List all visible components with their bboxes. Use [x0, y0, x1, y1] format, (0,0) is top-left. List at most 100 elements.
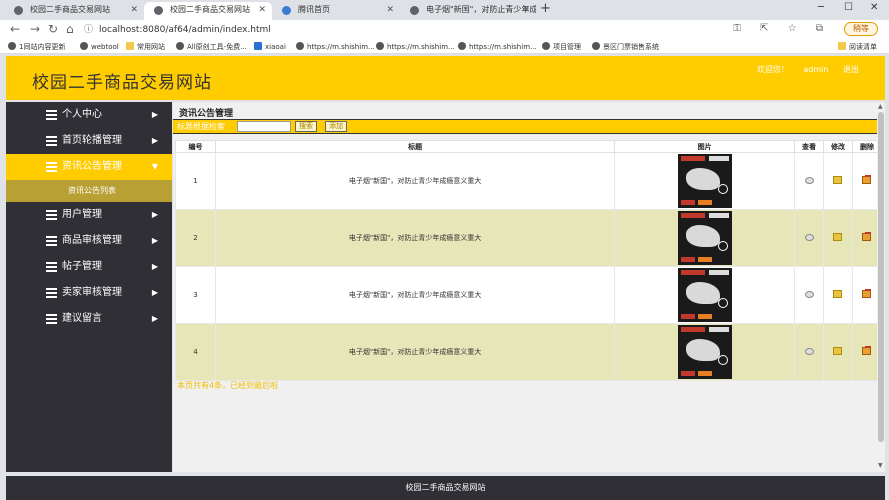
edit-icon[interactable] [833, 290, 843, 298]
new-tab-button[interactable]: + [540, 1, 551, 16]
table-row: 2 电子烟"新国"，对防止青少年成瘾意义重大 [175, 209, 883, 267]
sidebar-item-seller-review[interactable]: 卖家审核管理 ▶ [6, 280, 172, 306]
edit-icon[interactable] [833, 233, 843, 241]
bookmark-item[interactable]: https://m.shishim... [296, 41, 375, 53]
footer: 校园二手商品交易网站 [6, 476, 885, 500]
row-id: 3 [175, 266, 216, 324]
list-icon [46, 162, 57, 172]
browser-tab[interactable]: 电子烟"新国"，对防止青少年成... ✕ [400, 2, 536, 20]
row-id: 2 [175, 209, 216, 267]
page-scrollbar[interactable]: ▲ ▼ [877, 102, 885, 472]
home-icon[interactable]: ⌂ [66, 22, 74, 36]
url-field[interactable]: ⓘ localhost:8080/af64/admin/index.html [84, 22, 271, 38]
reading-list[interactable]: 阅读清单 [838, 41, 877, 53]
browser-tab[interactable]: 校园二手商品交易网站 ✕ [4, 2, 144, 20]
close-tab-icon[interactable]: ✕ [386, 2, 394, 18]
address-bar-icons[interactable]: ⚿ ⇱ ☆ ⧉ [733, 23, 831, 34]
view-icon[interactable] [804, 290, 814, 298]
logout-link[interactable]: 退出 [843, 65, 859, 74]
back-icon[interactable]: ← [10, 22, 20, 36]
sidebar-item-news[interactable]: 资讯公告管理 ▼ [6, 154, 172, 180]
browser-tab[interactable]: 腾讯首页 ✕ [272, 2, 400, 20]
bookmark-p-icon [254, 42, 262, 50]
bookmark-item[interactable]: https://m.shishim... [376, 41, 455, 53]
row-image [614, 323, 796, 381]
browser-tab-active[interactable]: 校园二手商品交易网站 ✕ [144, 2, 272, 20]
bookmark-item[interactable]: webtool [80, 41, 119, 53]
sidebar-item-personal-center[interactable]: 个人中心 ▶ [6, 102, 172, 128]
news-thumbnail [677, 325, 732, 379]
sidebar-item-users[interactable]: 用户管理 ▶ [6, 202, 172, 228]
edit-icon[interactable] [833, 176, 843, 184]
bookmark-item[interactable]: 1同站内容更新 [8, 41, 65, 53]
bookmark-item[interactable]: All原创工具-免费... [176, 41, 247, 53]
news-thumbnail [677, 211, 732, 265]
sidebar-item-feedback[interactable]: 建议留言 ▶ [6, 306, 172, 332]
minimize-icon[interactable]: ─ [818, 2, 824, 13]
col-view: 查看 [794, 140, 825, 153]
sync-button[interactable]: 稍等 [844, 22, 878, 36]
scroll-up-icon[interactable]: ▲ [878, 103, 883, 110]
sidebar: 个人中心 ▶ 首页轮播管理 ▶ 资讯公告管理 ▼ 资讯公告列表 用户管理 ▶ 商品审核管… [6, 102, 172, 472]
list-icon [46, 110, 57, 120]
add-button[interactable]: 添加 [325, 121, 347, 132]
maximize-icon[interactable]: ☐ [844, 2, 853, 13]
globe-icon [176, 42, 184, 50]
bookmark-item[interactable]: xiaoai [254, 41, 286, 53]
list-icon [46, 210, 57, 220]
view-icon[interactable] [804, 233, 814, 241]
search-label: 标题根据检索 [177, 122, 225, 131]
chevron-down-icon: ▼ [151, 162, 158, 171]
sidebar-item-product-review[interactable]: 商品审核管理 ▶ [6, 228, 172, 254]
delete-icon[interactable] [862, 289, 872, 298]
close-window-icon[interactable]: ✕ [870, 2, 878, 13]
list-icon [46, 236, 57, 246]
list-icon [46, 136, 57, 146]
col-edit: 修改 [823, 140, 853, 153]
folder-icon [126, 42, 134, 50]
chevron-right-icon: ▶ [151, 288, 158, 297]
reload-icon[interactable]: ↻ [48, 22, 58, 36]
row-id: 4 [175, 323, 216, 381]
info-icon: ⓘ [84, 25, 94, 35]
forward-icon[interactable]: → [30, 22, 40, 36]
table-row: 3 电子烟"新国"，对防止青少年成瘾意义重大 [175, 266, 883, 324]
chevron-right-icon: ▶ [151, 236, 158, 245]
view-icon[interactable] [804, 176, 814, 184]
search-button[interactable]: 搜索 [295, 121, 317, 132]
delete-icon[interactable] [862, 232, 872, 241]
bookmark-item[interactable]: 项目管理 [542, 41, 581, 53]
news-thumbnail [677, 268, 732, 322]
close-tab-icon[interactable]: ✕ [258, 2, 266, 18]
bookmark-item[interactable]: 常用网站 [126, 41, 165, 53]
bookmark-item[interactable]: 景区门票销售系统 [592, 41, 659, 53]
search-input[interactable] [237, 121, 291, 132]
row-image [614, 152, 796, 210]
header-links: 欢迎您！ admin 退出 [745, 64, 859, 75]
chevron-right-icon: ▶ [151, 314, 158, 323]
delete-icon[interactable] [862, 346, 872, 355]
close-tab-icon[interactable]: ✕ [130, 2, 138, 18]
sidebar-subitem-news-list[interactable]: 资讯公告列表 [6, 180, 172, 202]
scroll-down-icon[interactable]: ▼ [878, 462, 883, 469]
close-tab-icon[interactable]: ✕ [522, 2, 530, 18]
welcome-text: 欢迎您！ [756, 65, 789, 74]
globe-icon [154, 6, 163, 15]
globe-icon [410, 6, 419, 15]
sidebar-item-posts[interactable]: 帖子管理 ▶ [6, 254, 172, 280]
row-image [614, 266, 796, 324]
sidebar-item-carousel[interactable]: 首页轮播管理 ▶ [6, 128, 172, 154]
username-link[interactable]: admin [803, 65, 828, 74]
tencent-icon [282, 6, 291, 15]
delete-icon[interactable] [862, 175, 872, 184]
list-icon [46, 262, 57, 272]
edit-icon[interactable] [833, 347, 843, 355]
globe-icon [376, 42, 384, 50]
news-table: 编号 标题 图片 查看 修改 删除 1 电子烟"新国"，对防止青少年成瘾意义重大… [175, 140, 883, 381]
reading-list-icon [838, 42, 846, 50]
row-image [614, 209, 796, 267]
bookmark-item[interactable]: https://m.shishim... [458, 41, 537, 53]
row-title: 电子烟"新国"，对防止青少年成瘾意义重大 [214, 266, 616, 324]
scroll-thumb[interactable] [878, 112, 884, 442]
view-icon[interactable] [804, 347, 814, 355]
